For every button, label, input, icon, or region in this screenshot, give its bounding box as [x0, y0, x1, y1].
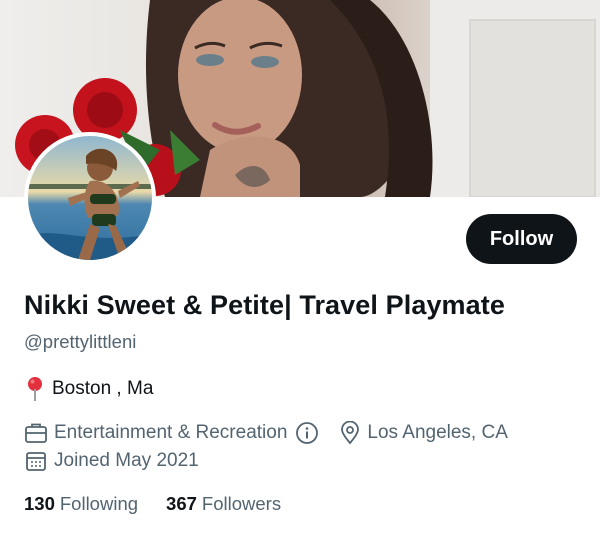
profile-location: Los Angeles, CA [367, 422, 508, 443]
calendar-icon [24, 450, 48, 472]
profile-joined: Joined May 2021 [54, 450, 199, 471]
round-pushpin-icon [24, 376, 46, 402]
followers-link[interactable]: 367 Followers [166, 493, 281, 515]
profile-meta-row: Entertainment & Recreation Los Angeles, … [24, 421, 508, 445]
following-count: 130 [24, 493, 55, 514]
profile-stats: 130 Following 367 Followers [24, 493, 309, 515]
following-link[interactable]: 130 Following [24, 493, 138, 515]
followers-count: 367 [166, 493, 197, 514]
display-name: Nikki Sweet & Petite| Travel Playmate [24, 290, 505, 320]
following-label: Following [59, 493, 139, 514]
location-pin-icon [339, 421, 361, 445]
bio-location: Boston , Ma [24, 376, 153, 402]
follow-button[interactable]: Follow [466, 214, 577, 264]
profile-avatar[interactable] [24, 132, 156, 264]
profile-joined-row: Joined May 2021 [24, 450, 199, 472]
followers-label: Followers [201, 493, 282, 514]
briefcase-icon [24, 422, 48, 444]
avatar-photo [28, 136, 152, 260]
profile-category: Entertainment & Recreation [54, 422, 288, 443]
profile-handle: @prettylittleni [24, 331, 137, 352]
info-icon[interactable] [295, 421, 319, 445]
bio-location-text: Boston , Ma [52, 378, 154, 399]
